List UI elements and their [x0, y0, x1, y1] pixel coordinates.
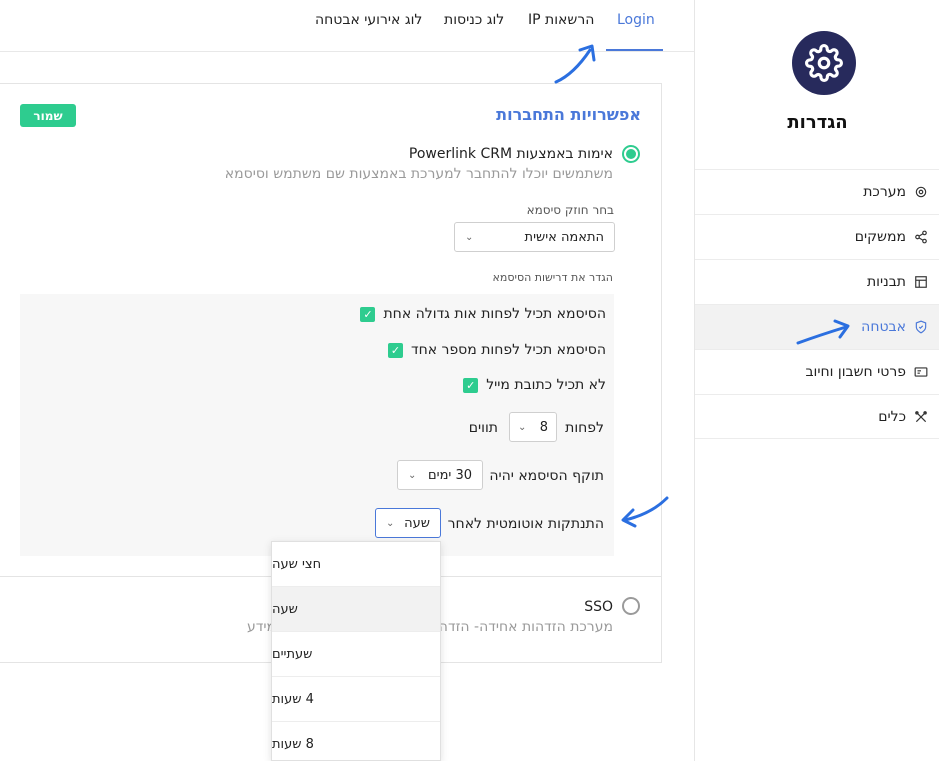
- sidebar-item-label: כלים: [878, 408, 906, 425]
- section-title: אפשרויות התחברות: [496, 105, 641, 124]
- tools-icon: [914, 410, 928, 424]
- requirement-label: לא תכיל כתובת מייל: [486, 377, 606, 393]
- dropdown-option[interactable]: חצי שעה: [272, 542, 440, 587]
- shield-icon: [914, 320, 928, 334]
- sidebar-item-interfaces[interactable]: ממשקים: [695, 214, 939, 259]
- password-strength-label: בחר חוזק סיסמא: [526, 203, 614, 217]
- auto-logout-select[interactable]: שעה ⌄: [375, 508, 441, 538]
- checkbox-checked-icon[interactable]: ✓: [360, 306, 376, 322]
- dropdown-option[interactable]: שעה: [272, 587, 440, 632]
- sidebar-item-label: ממשקים: [854, 229, 906, 245]
- sidebar-item-templates[interactable]: תבניות: [695, 259, 939, 304]
- sidebar-title: הגדרות: [787, 112, 848, 133]
- password-strength-select[interactable]: התאמה אישית ⌄: [454, 222, 615, 252]
- tab-ip-permissions[interactable]: הרשאות IP: [528, 12, 594, 28]
- dropdown-option[interactable]: 8 שעות: [272, 722, 440, 760]
- min-length-prefix: לפחות: [565, 420, 604, 436]
- requirement-no-email[interactable]: ✓ לא תכיל כתובת מייל: [463, 377, 606, 393]
- checkbox-checked-icon[interactable]: ✓: [463, 377, 479, 393]
- gear-icon: [805, 44, 843, 82]
- checkbox-checked-icon[interactable]: ✓: [387, 342, 403, 358]
- select-value: התאמה אישית: [524, 229, 604, 245]
- active-tab-indicator: [606, 49, 663, 51]
- security-tabs: Login הרשאות IP לוג כניסות לוג אירועי אב…: [0, 0, 694, 52]
- select-value: שעה: [404, 515, 430, 531]
- dropdown-option[interactable]: 4 שעות: [272, 677, 440, 722]
- sidebar-item-label: מערכת: [863, 184, 906, 200]
- share-icon: [914, 230, 928, 244]
- card-icon: [914, 365, 928, 379]
- settings-sidebar: הגדרות מערכת ממשקים תבניות אבטחה פרטי חש…: [694, 0, 939, 761]
- chevron-down-icon: ⌄: [386, 517, 395, 529]
- layout-icon: [914, 275, 928, 289]
- sidebar-item-tools[interactable]: כלים: [695, 394, 939, 439]
- sidebar-item-system[interactable]: מערכת: [695, 169, 939, 214]
- sso-title: SSO: [584, 599, 613, 615]
- requirement-uppercase[interactable]: ✓ הסיסמא תכיל לפחות אות גדולה אחת: [360, 306, 606, 322]
- min-length-select[interactable]: 8 ⌄: [509, 412, 557, 442]
- chevron-down-icon: ⌄: [408, 469, 417, 481]
- sidebar-nav: מערכת ממשקים תבניות אבטחה פרטי חשבון וחי…: [695, 169, 939, 439]
- select-value: 30 ימים: [428, 467, 472, 483]
- crm-auth-title: אימות באמצעות Powerlink CRM: [408, 146, 613, 162]
- expiry-label: תוקף הסיסמא יהיה: [489, 468, 604, 484]
- radio-sso[interactable]: [622, 597, 640, 615]
- requirement-label: הסיסמא תכיל לפחות אות גדולה אחת: [383, 306, 606, 322]
- radio-crm-auth[interactable]: [622, 145, 640, 163]
- sidebar-item-security[interactable]: אבטחה: [695, 304, 939, 349]
- dropdown-option[interactable]: שעתיים: [272, 632, 440, 677]
- sso-description: מערכת הזדהות אחידה- הזדהו: [434, 619, 613, 635]
- chevron-down-icon: ⌄: [465, 231, 474, 243]
- crm-auth-description: משתמשים יוכלו להתחבר למערכת באמצעות שם מ…: [224, 166, 613, 182]
- auto-logout-dropdown: חצי שעה שעה שעתיים 4 שעות 8 שעות: [271, 541, 441, 761]
- select-value: 8: [539, 419, 548, 435]
- requirement-label: הסיסמא תכיל לפחות מספר אחד: [410, 342, 606, 358]
- gear-icon: [914, 185, 928, 199]
- sidebar-item-label: אבטחה: [861, 319, 906, 335]
- tab-login[interactable]: Login: [617, 12, 655, 28]
- sidebar-item-label: תבניות: [866, 274, 906, 290]
- settings-logo: [792, 31, 856, 95]
- chevron-down-icon: ⌄: [518, 421, 527, 433]
- save-button[interactable]: שמור: [20, 104, 76, 127]
- tab-security-events-log[interactable]: לוג אירועי אבטחה: [315, 12, 422, 28]
- expiry-select[interactable]: 30 ימים ⌄: [397, 460, 483, 490]
- settings-page: הגדרות מערכת ממשקים תבניות אבטחה פרטי חש…: [0, 0, 939, 761]
- tab-login-log[interactable]: לוג כניסות: [444, 12, 504, 28]
- requirements-label: הגדר את דרישות הסיסמא: [492, 271, 613, 284]
- requirement-number[interactable]: ✓ הסיסמא תכיל לפחות מספר אחד: [387, 342, 606, 358]
- min-length-suffix: תווים: [468, 420, 498, 436]
- sidebar-item-label: פרטי חשבון וחיוב: [805, 364, 906, 380]
- auto-logout-label: התנתקות אוטומטית לאחר: [447, 516, 604, 532]
- sidebar-item-account-billing[interactable]: פרטי חשבון וחיוב: [695, 349, 939, 394]
